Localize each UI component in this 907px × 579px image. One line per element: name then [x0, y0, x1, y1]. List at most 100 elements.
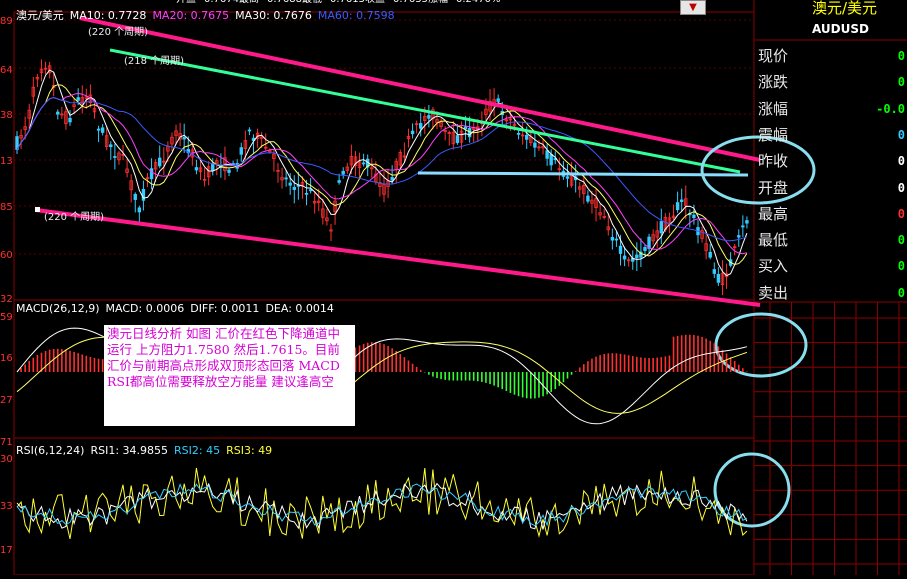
candle-body	[96, 128, 101, 131]
macd-legend-item: DIFF: 0.0011	[190, 302, 259, 315]
macd-axis-label: 71	[0, 437, 13, 448]
candle-body	[158, 157, 162, 167]
candle-body	[337, 180, 341, 183]
candle-body	[133, 193, 137, 200]
macd-axis-label: 27	[0, 395, 13, 406]
candle-body	[341, 170, 345, 175]
candle-body	[496, 98, 500, 102]
quote-value: 0	[897, 127, 905, 142]
candle-body	[643, 247, 647, 251]
period-label: (220 个周期)	[44, 211, 104, 223]
rsi-legend-item: RSI2: 45	[174, 444, 220, 457]
quote-label: 涨跌	[758, 73, 789, 92]
main-legend-item: MA60: 0.7598	[318, 9, 395, 22]
period-label: (220 个周期)	[88, 26, 148, 38]
macd-axis-label: 59	[0, 312, 13, 323]
candle-body	[622, 255, 627, 260]
pane-border-2	[13, 437, 755, 576]
candle-body	[745, 220, 749, 224]
rsi-axis-label: 17	[0, 545, 13, 556]
main-legend-item: MA20: 0.7675	[152, 9, 229, 22]
macd-legend-item: MACD(26,12,9)	[16, 302, 100, 315]
candle-body	[716, 273, 721, 283]
candle-body	[549, 154, 553, 166]
candle-body	[635, 254, 639, 259]
candle-body	[390, 177, 394, 181]
candle-body	[463, 126, 468, 130]
rsi-axis-label: 33	[0, 501, 13, 512]
candle-body	[247, 129, 252, 132]
candle-body	[618, 245, 623, 254]
candle-body	[741, 225, 745, 228]
price-axis-label: 32	[0, 294, 13, 305]
macd-legend-item: MACD: 0.0006	[106, 302, 185, 315]
quote-label: 最低	[758, 231, 789, 250]
expand-toolbar-button[interactable]: ▼	[680, 0, 706, 15]
price-axis-label: 60	[0, 250, 13, 261]
clipped-header-text: 0.2470%	[456, 0, 501, 5]
rsi-legend-item: RSI3: 49	[226, 444, 272, 457]
candle-body	[659, 221, 663, 234]
trendline-anchor	[35, 207, 40, 212]
quote-value: 0	[897, 180, 905, 195]
candle-body	[361, 162, 366, 165]
candle-body	[586, 195, 590, 202]
quote-label: 开盘	[758, 178, 789, 197]
candle-body	[712, 269, 716, 274]
analysis-note: 澳元日线分析 如图 汇价在红色下降通道中运行 上方阻力1.7580 然后1.76…	[104, 325, 355, 426]
quote-value: 0	[897, 154, 905, 169]
main-legend-item: MA10: 0.7728	[70, 9, 147, 22]
candle-body	[308, 189, 313, 192]
candle-body	[692, 214, 696, 219]
lower-channel-line	[35, 208, 761, 307]
rsi-axis-label: 30	[0, 454, 13, 465]
candle-body	[100, 127, 105, 133]
quote-value: 0	[897, 49, 905, 63]
candle-body	[525, 134, 529, 140]
clipped-header-text: 0.7688最低	[267, 0, 322, 5]
period-label: (218 个周期)	[124, 55, 184, 67]
candle-body	[610, 237, 615, 241]
macd-axis-label: 16	[0, 353, 13, 364]
price-axis-label: 64	[0, 65, 13, 76]
candle-body	[68, 117, 72, 123]
candle-body	[304, 192, 309, 195]
candle-body	[109, 144, 113, 148]
candle-body	[545, 150, 549, 159]
clipped-header-text: 开盘	[176, 0, 196, 5]
price-axis-label: 13	[0, 156, 13, 167]
candle-body	[418, 123, 423, 129]
clipped-header-text: 0.7615收盘	[330, 0, 385, 5]
candle-body	[516, 132, 521, 135]
candle-body	[288, 182, 292, 186]
quote-label: 震幅	[758, 125, 789, 144]
quote-label: 昨收	[758, 152, 789, 171]
pair-name: 澳元/美元	[812, 0, 878, 17]
quote-value: 0	[897, 233, 905, 248]
candle-body	[292, 186, 296, 190]
quote-value: 0	[897, 259, 905, 274]
candle-body	[149, 168, 154, 180]
quote-value: 0	[897, 75, 905, 90]
candle-body	[227, 169, 231, 173]
clipped-header-text: 0.7674最高	[204, 0, 259, 5]
quote-value: 0	[897, 285, 905, 300]
expand-icon: ▼	[689, 2, 697, 13]
candle-body	[679, 199, 684, 202]
pair-code: AUDUSD	[812, 22, 869, 36]
price-axis-label: 89	[0, 16, 13, 27]
quote-label: 最高	[758, 204, 789, 223]
main-legend-item: 澳元/美元	[16, 9, 64, 22]
candle-body	[113, 156, 117, 158]
price-axis-label: 85	[0, 202, 13, 213]
candle-body	[182, 137, 186, 140]
candle-body	[708, 251, 712, 258]
candle-body	[284, 177, 288, 180]
candle-body	[455, 135, 460, 144]
candle-body	[141, 189, 146, 201]
quote-label: 涨幅	[758, 99, 789, 118]
rsi-legend-item: RSI1: 34.9855	[90, 444, 168, 457]
candle-body	[137, 207, 142, 213]
quote-value: 0	[897, 206, 905, 221]
candle-body	[675, 202, 680, 211]
